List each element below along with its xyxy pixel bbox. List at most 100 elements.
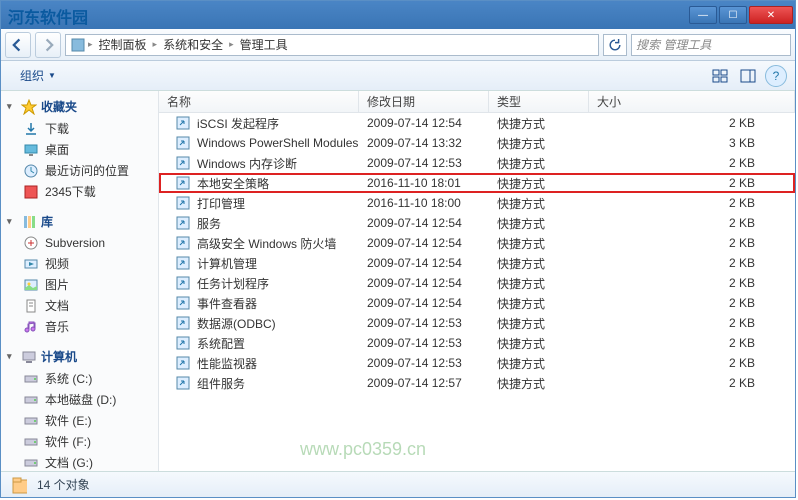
- sidebar-item[interactable]: 文档 (G:): [1, 452, 158, 471]
- file-date: 2009-07-14 12:57: [359, 376, 489, 390]
- sidebar-item[interactable]: 桌面: [1, 139, 158, 160]
- file-type: 快捷方式: [489, 215, 589, 232]
- desktop-icon: [23, 142, 39, 158]
- breadcrumb-item[interactable]: 控制面板: [95, 36, 151, 53]
- file-name: 本地安全策略: [197, 175, 269, 192]
- shortcut-icon: [175, 235, 191, 251]
- sidebar-item[interactable]: 软件 (E:): [1, 410, 158, 431]
- file-size: 2 KB: [589, 176, 795, 190]
- sidebar-item-label: 桌面: [45, 141, 69, 158]
- file-row[interactable]: 计算机管理2009-07-14 12:54快捷方式2 KB: [159, 253, 795, 273]
- file-row[interactable]: 性能监视器2009-07-14 12:53快捷方式2 KB: [159, 353, 795, 373]
- sidebar-item[interactable]: 下载: [1, 118, 158, 139]
- shortcut-icon: [175, 155, 191, 171]
- file-name: 任务计划程序: [197, 275, 269, 292]
- file-size: 2 KB: [589, 236, 795, 250]
- sidebar-item[interactable]: 最近访问的位置: [1, 160, 158, 181]
- sidebar-item[interactable]: Subversion: [1, 233, 158, 253]
- star-icon: [21, 99, 37, 115]
- sidebar-group-label: 库: [41, 213, 53, 230]
- file-row[interactable]: 任务计划程序2009-07-14 12:54快捷方式2 KB: [159, 273, 795, 293]
- breadcrumb-item[interactable]: 系统和安全: [159, 36, 227, 53]
- file-size: 2 KB: [589, 116, 795, 130]
- organize-button[interactable]: 组织▼: [9, 63, 67, 88]
- sidebar-item[interactable]: 软件 (F:): [1, 431, 158, 452]
- lib-icon: [21, 214, 37, 230]
- expand-icon: ▾: [7, 101, 17, 112]
- back-button[interactable]: [5, 32, 31, 58]
- file-type: 快捷方式: [489, 315, 589, 332]
- column-date[interactable]: 修改日期: [359, 91, 489, 112]
- sidebar-item[interactable]: 2345下载: [1, 181, 158, 202]
- file-date: 2009-07-14 13:32: [359, 136, 489, 150]
- file-name: 组件服务: [197, 375, 245, 392]
- sidebar: ▾收藏夹下载桌面最近访问的位置2345下载▾库Subversion视频图片文档音…: [1, 91, 159, 471]
- column-name[interactable]: 名称: [159, 91, 359, 112]
- file-size: 3 KB: [589, 136, 795, 150]
- file-row[interactable]: 组件服务2009-07-14 12:57快捷方式2 KB: [159, 373, 795, 393]
- column-type[interactable]: 类型: [489, 91, 589, 112]
- search-input[interactable]: 搜索 管理工具: [631, 34, 791, 56]
- preview-pane-button[interactable]: [737, 65, 759, 87]
- file-row[interactable]: 数据源(ODBC)2009-07-14 12:53快捷方式2 KB: [159, 313, 795, 333]
- doc-icon: [23, 298, 39, 314]
- file-row[interactable]: 服务2009-07-14 12:54快捷方式2 KB: [159, 213, 795, 233]
- refresh-button[interactable]: [603, 34, 627, 56]
- close-button[interactable]: ✕: [749, 6, 793, 24]
- chevron-right-icon[interactable]: ▸: [229, 39, 234, 50]
- forward-button[interactable]: [35, 32, 61, 58]
- file-date: 2009-07-14 12:54: [359, 116, 489, 130]
- chevron-right-icon[interactable]: ▸: [88, 39, 93, 50]
- sidebar-item[interactable]: 音乐: [1, 316, 158, 337]
- file-date: 2016-11-10 18:01: [359, 176, 489, 190]
- file-name: Windows PowerShell Modules: [197, 136, 358, 150]
- sidebar-item-label: 2345下载: [45, 183, 96, 200]
- file-row[interactable]: 系统配置2009-07-14 12:53快捷方式2 KB: [159, 333, 795, 353]
- column-size[interactable]: 大小: [589, 91, 795, 112]
- file-row[interactable]: Windows 内存诊断2009-07-14 12:53快捷方式2 KB: [159, 153, 795, 173]
- file-name: 打印管理: [197, 195, 245, 212]
- chevron-right-icon[interactable]: ▸: [153, 39, 158, 50]
- sidebar-item-label: 软件 (E:): [45, 412, 92, 429]
- file-date: 2016-11-10 18:00: [359, 196, 489, 210]
- svn-icon: [23, 235, 39, 251]
- file-type: 快捷方式: [489, 175, 589, 192]
- file-type: 快捷方式: [489, 195, 589, 212]
- file-size: 2 KB: [589, 376, 795, 390]
- file-size: 2 KB: [589, 196, 795, 210]
- column-headers: 名称 修改日期 类型 大小: [159, 91, 795, 113]
- sidebar-item[interactable]: 系统 (C:): [1, 368, 158, 389]
- sidebar-group-computer[interactable]: ▾计算机: [1, 345, 158, 368]
- file-type: 快捷方式: [489, 295, 589, 312]
- sidebar-item[interactable]: 文档: [1, 295, 158, 316]
- music-icon: [23, 319, 39, 335]
- file-row[interactable]: Windows PowerShell Modules2009-07-14 13:…: [159, 133, 795, 153]
- minimize-button[interactable]: —: [689, 6, 717, 24]
- file-row[interactable]: 事件查看器2009-07-14 12:54快捷方式2 KB: [159, 293, 795, 313]
- sidebar-group-lib[interactable]: ▾库: [1, 210, 158, 233]
- sidebar-item[interactable]: 本地磁盘 (D:): [1, 389, 158, 410]
- file-row[interactable]: 高级安全 Windows 防火墙2009-07-14 12:54快捷方式2 KB: [159, 233, 795, 253]
- recent-icon: [23, 163, 39, 179]
- maximize-button[interactable]: ☐: [719, 6, 747, 24]
- sidebar-item[interactable]: 视频: [1, 253, 158, 274]
- file-type: 快捷方式: [489, 255, 589, 272]
- file-row[interactable]: 打印管理 2016-11-10 18:00快捷方式2 KB: [159, 193, 795, 213]
- view-button[interactable]: [709, 65, 731, 87]
- video-icon: [23, 256, 39, 272]
- sidebar-item[interactable]: 图片: [1, 274, 158, 295]
- file-type: 快捷方式: [489, 155, 589, 172]
- file-row[interactable]: 本地安全策略 2016-11-10 18:01快捷方式2 KB: [159, 173, 795, 193]
- address-bar[interactable]: ▸ 控制面板 ▸ 系统和安全 ▸ 管理工具: [65, 34, 599, 56]
- breadcrumb-item[interactable]: 管理工具: [236, 36, 292, 53]
- shortcut-icon: [175, 355, 191, 371]
- help-button[interactable]: ?: [765, 65, 787, 87]
- file-name: 系统配置: [197, 335, 245, 352]
- file-type: 快捷方式: [489, 335, 589, 352]
- sidebar-group-star[interactable]: ▾收藏夹: [1, 95, 158, 118]
- file-type: 快捷方式: [489, 355, 589, 372]
- sidebar-item-label: 软件 (F:): [45, 433, 91, 450]
- sidebar-group-label: 计算机: [41, 348, 77, 365]
- file-name: iSCSI 发起程序: [197, 115, 279, 132]
- file-row[interactable]: iSCSI 发起程序2009-07-14 12:54快捷方式2 KB: [159, 113, 795, 133]
